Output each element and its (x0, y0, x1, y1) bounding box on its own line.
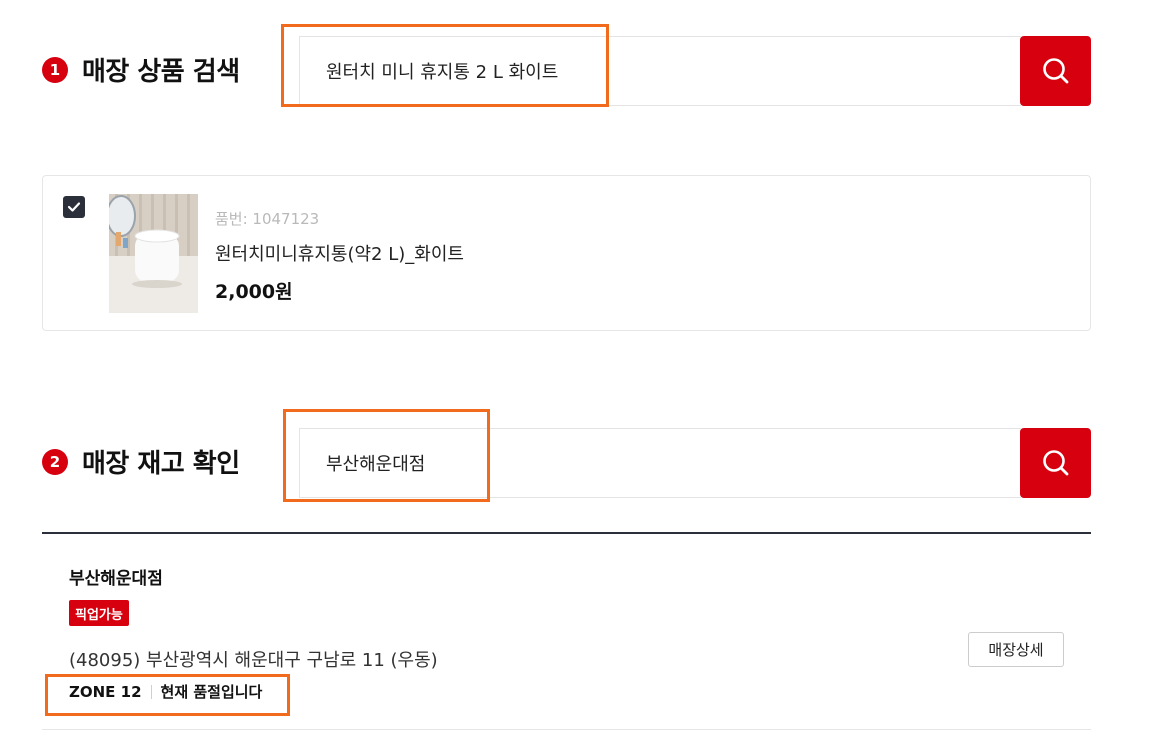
store-search-button[interactable] (1020, 428, 1091, 498)
separator (150, 684, 152, 699)
search-icon (1042, 58, 1068, 84)
checkmark-icon (67, 202, 81, 212)
product-search-value: 원터치 미니 휴지통 2 L 화이트 (326, 62, 559, 83)
store-stock-info: ZONE 12 현재 품절입니다 (69, 681, 262, 702)
step-number-badge: 1 (42, 56, 68, 83)
product-image (109, 194, 198, 313)
product-name[interactable]: 원터치미니휴지통(약2 L)_화이트 (215, 240, 464, 266)
search-icon (1042, 450, 1068, 476)
store-search-input[interactable]: 부산해운대점 (299, 428, 1021, 498)
section-title: 매장 재고 확인 (82, 449, 240, 479)
store-address: (48095) 부산광역시 해운대구 구남로 11 (우동) (69, 650, 438, 671)
store-name: 부산해운대점 (69, 569, 163, 589)
section-header-stock-check: 2 매장 재고 확인 (42, 443, 240, 480)
section-header-product-search: 1 매장 상품 검색 (42, 51, 240, 88)
pickup-available-badge: 픽업가능 (69, 600, 129, 626)
stock-status: 현재 품절입니다 (160, 683, 263, 701)
results-divider (42, 532, 1091, 534)
section-title: 매장 상품 검색 (82, 57, 240, 87)
product-price: 2,000원 (215, 281, 293, 303)
product-search-button[interactable] (1020, 36, 1091, 106)
result-bottom-divider (42, 729, 1091, 730)
step-number-badge: 2 (42, 448, 68, 475)
product-search-input[interactable]: 원터치 미니 휴지통 2 L 화이트 (299, 36, 1021, 106)
product-result-card[interactable]: 품번: 1047123 원터치미니휴지통(약2 L)_화이트 2,000원 (42, 175, 1091, 331)
store-detail-button[interactable]: 매장상세 (968, 632, 1064, 667)
store-zone: ZONE 12 (69, 682, 142, 701)
product-code: 품번: 1047123 (215, 210, 320, 228)
product-checkbox[interactable] (63, 196, 85, 218)
store-search-value: 부산해운대점 (326, 454, 426, 475)
